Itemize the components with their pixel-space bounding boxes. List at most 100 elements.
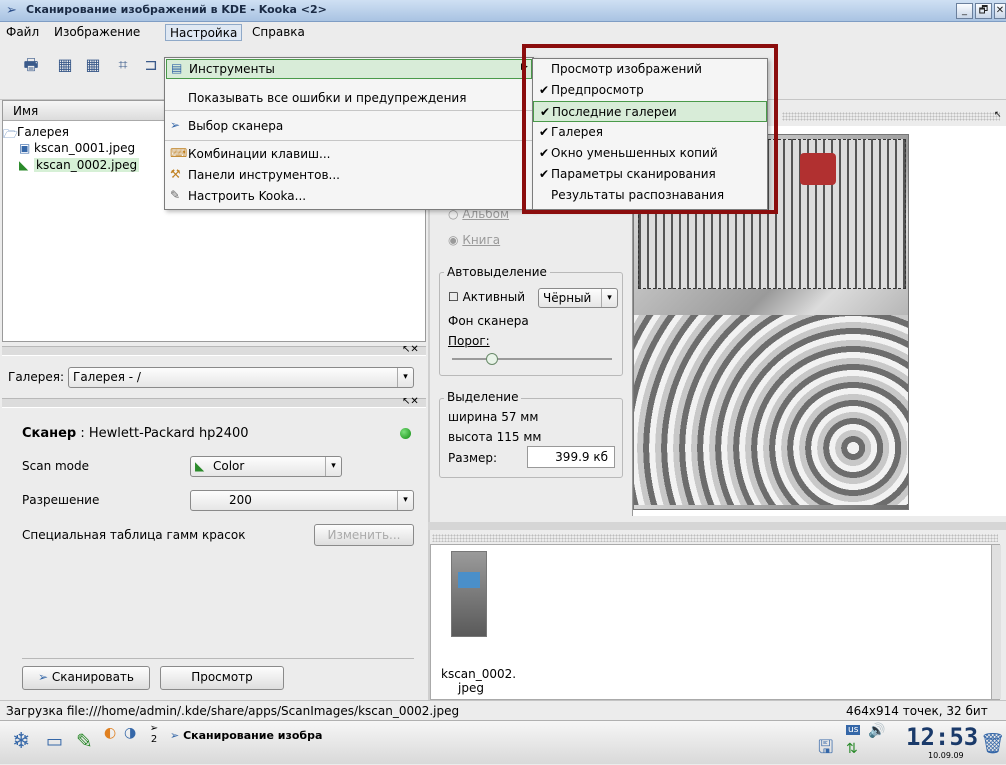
tools-icon: ▤ [171, 61, 183, 75]
scan-mode-select[interactable]: ◣ Color ▾ [190, 456, 342, 477]
image-file-icon: ▣ [19, 141, 31, 155]
menu-item-toolbars[interactable]: ⚒ Панели инструментов... [166, 165, 532, 185]
dock-close-icon[interactable]: ↖✕ [402, 396, 419, 407]
scan-button-label: Сканировать [51, 670, 134, 684]
autoselect-color-select[interactable]: Чёрный ▾ [538, 288, 618, 308]
browser-icon[interactable]: ◐ [104, 725, 116, 741]
selection-title: Выделение [444, 390, 522, 404]
threshold-label: Порог: [448, 334, 490, 348]
thumbnail-view[interactable]: kscan_0002. jpeg [430, 544, 1001, 700]
menu-file[interactable]: Файл [2, 24, 43, 41]
scan-mode-label: Scan mode [22, 459, 90, 473]
clock[interactable]: 12:53 [906, 723, 978, 751]
scanner-background-label: Фон сканера [448, 314, 529, 328]
menu-settings[interactable]: Настройка [165, 24, 243, 41]
photo-image [800, 153, 836, 185]
menu-help[interactable]: Справка [248, 24, 309, 41]
selection-width: ширина 57 мм [448, 410, 539, 424]
kooka-app-icon: ➢ [6, 3, 17, 18]
change-gamma-button[interactable]: Изменить... [314, 524, 414, 546]
splitter[interactable] [428, 522, 1006, 530]
pager-desktop-number: 2 [150, 734, 158, 745]
menu-item-show-errors[interactable]: Показывать все ошибки и предупреждения [166, 88, 532, 108]
size-label: Размер: [448, 451, 498, 465]
save-as-icon[interactable]: ▦ [82, 54, 104, 76]
chevron-down-icon: ▾ [397, 491, 413, 510]
resolution-select[interactable]: 200 ▾ [190, 490, 414, 511]
scanner-label: Сканер [22, 426, 77, 441]
title-bar[interactable]: ➢ Сканирование изображений в KDE - Kooka… [0, 0, 1006, 22]
highlight-frame [522, 44, 778, 214]
chevron-down-icon: ▾ [601, 289, 617, 307]
gallery-select[interactable]: Галерея - / ▾ [68, 367, 414, 388]
close-button[interactable]: ✕ [994, 3, 1006, 19]
chevron-down-icon: ▾ [325, 457, 341, 476]
launcher-icon[interactable]: ✎ [76, 729, 93, 753]
menu-item-shortcuts[interactable]: ⌨ Комбинации клавиш... [166, 144, 532, 164]
configure-icon: ✎ [170, 188, 181, 202]
gallery-select-value: Галерея - / [73, 370, 141, 384]
menu-item-select-scanner[interactable]: ➢ Выбор сканера [166, 116, 532, 136]
disk-icon[interactable]: 🖫 [818, 735, 833, 765]
network-icon[interactable]: ⇅ [846, 741, 858, 757]
task-label: Сканирование изобра [183, 729, 323, 742]
menu-item-configure[interactable]: ✎ Настроить Kooka... [166, 186, 532, 206]
preview-button[interactable]: Просмотр [160, 666, 284, 690]
image-file-icon: ◣ [19, 158, 29, 172]
name-column-header: Имя [13, 104, 39, 118]
book-radio[interactable]: ◉ Книга [448, 233, 500, 247]
dock-handle[interactable] [432, 534, 998, 542]
image-info: 464x914 точек, 32 бит [846, 704, 988, 718]
radio-selected-icon: ◉ [448, 233, 459, 247]
status-message: Загрузка file:///home/admin/.kde/share/a… [6, 704, 460, 718]
kooka-small-icon: ➢ [149, 723, 159, 734]
scanner-icon: ➢ [170, 118, 181, 132]
tree-root-label: Галерея [17, 125, 69, 139]
threshold-slider[interactable] [452, 358, 612, 360]
scan-button[interactable]: ➢ Сканировать [22, 666, 150, 690]
menu-divider [165, 140, 533, 141]
tree-item-label: kscan_0002.jpeg [34, 158, 140, 172]
taskbar: ❄ ▭ ✎ ◐ ◑ ➢ 2 ➢ Сканирование изобра 🖫 us… [0, 720, 1006, 764]
kde-menu-icon[interactable]: ❄ [12, 729, 30, 754]
thumbnail-scrollbar[interactable] [991, 545, 1001, 699]
print-icon[interactable]: 🖶 [20, 54, 42, 76]
divider [22, 658, 414, 659]
dock-handle[interactable] [782, 112, 1000, 121]
scan-icon: ➢ [38, 670, 49, 684]
color-mode-icon: ◣ [195, 459, 205, 473]
scanner-info: Сканер : Hewlett-Packard hp2400 [22, 426, 249, 441]
checkbox-icon: ☐ [448, 290, 459, 304]
scanner-device: : Hewlett-Packard hp2400 [80, 426, 249, 441]
toolbars-icon: ⚒ [170, 167, 181, 181]
thumbnail-image[interactable] [451, 551, 487, 637]
active-checkbox[interactable]: ☐ Активный [448, 290, 525, 304]
crop-icon[interactable]: ⌗ [112, 54, 134, 76]
mail-icon[interactable]: ◑ [124, 725, 136, 741]
slider-handle[interactable] [486, 353, 498, 365]
dock-close-icon[interactable]: ↖✕ [402, 344, 419, 355]
chevron-down-icon: ▾ [397, 368, 413, 387]
selection-height: высота 115 мм [448, 430, 542, 444]
desktop-pager[interactable]: ➢ 2 [146, 723, 162, 761]
save-icon[interactable]: ▦ [54, 54, 76, 76]
status-led-icon [400, 428, 411, 439]
rotate-icon[interactable]: ⊐ [140, 54, 162, 76]
minimize-button[interactable]: _ [956, 3, 973, 19]
dock-handle[interactable] [2, 346, 426, 356]
menu-item-tools[interactable]: ▤ Инструменты ▶ [166, 59, 532, 79]
menu-divider [165, 110, 533, 111]
menu-bar: Файл Изображение Настройка Справка [0, 22, 1006, 42]
taskbar-task-button[interactable]: ➢ Сканирование изобра [170, 725, 440, 747]
keyboard-layout[interactable]: us [846, 725, 861, 735]
dock-close-icon: ↖ [994, 110, 1002, 120]
kooka-task-icon: ➢ [170, 729, 180, 742]
menu-image[interactable]: Изображение [50, 24, 144, 41]
status-bar: Загрузка file:///home/admin/.kde/share/a… [0, 700, 1006, 720]
desktop-icon[interactable]: ▭ [46, 731, 63, 752]
maximize-button[interactable]: 🗗 [975, 3, 992, 19]
trash-icon[interactable]: 🗑 [980, 731, 1005, 755]
tree-item-label: kscan_0001.jpeg [34, 141, 136, 155]
volume-icon[interactable]: 🔊 [868, 723, 885, 739]
dock-handle[interactable] [2, 398, 426, 408]
